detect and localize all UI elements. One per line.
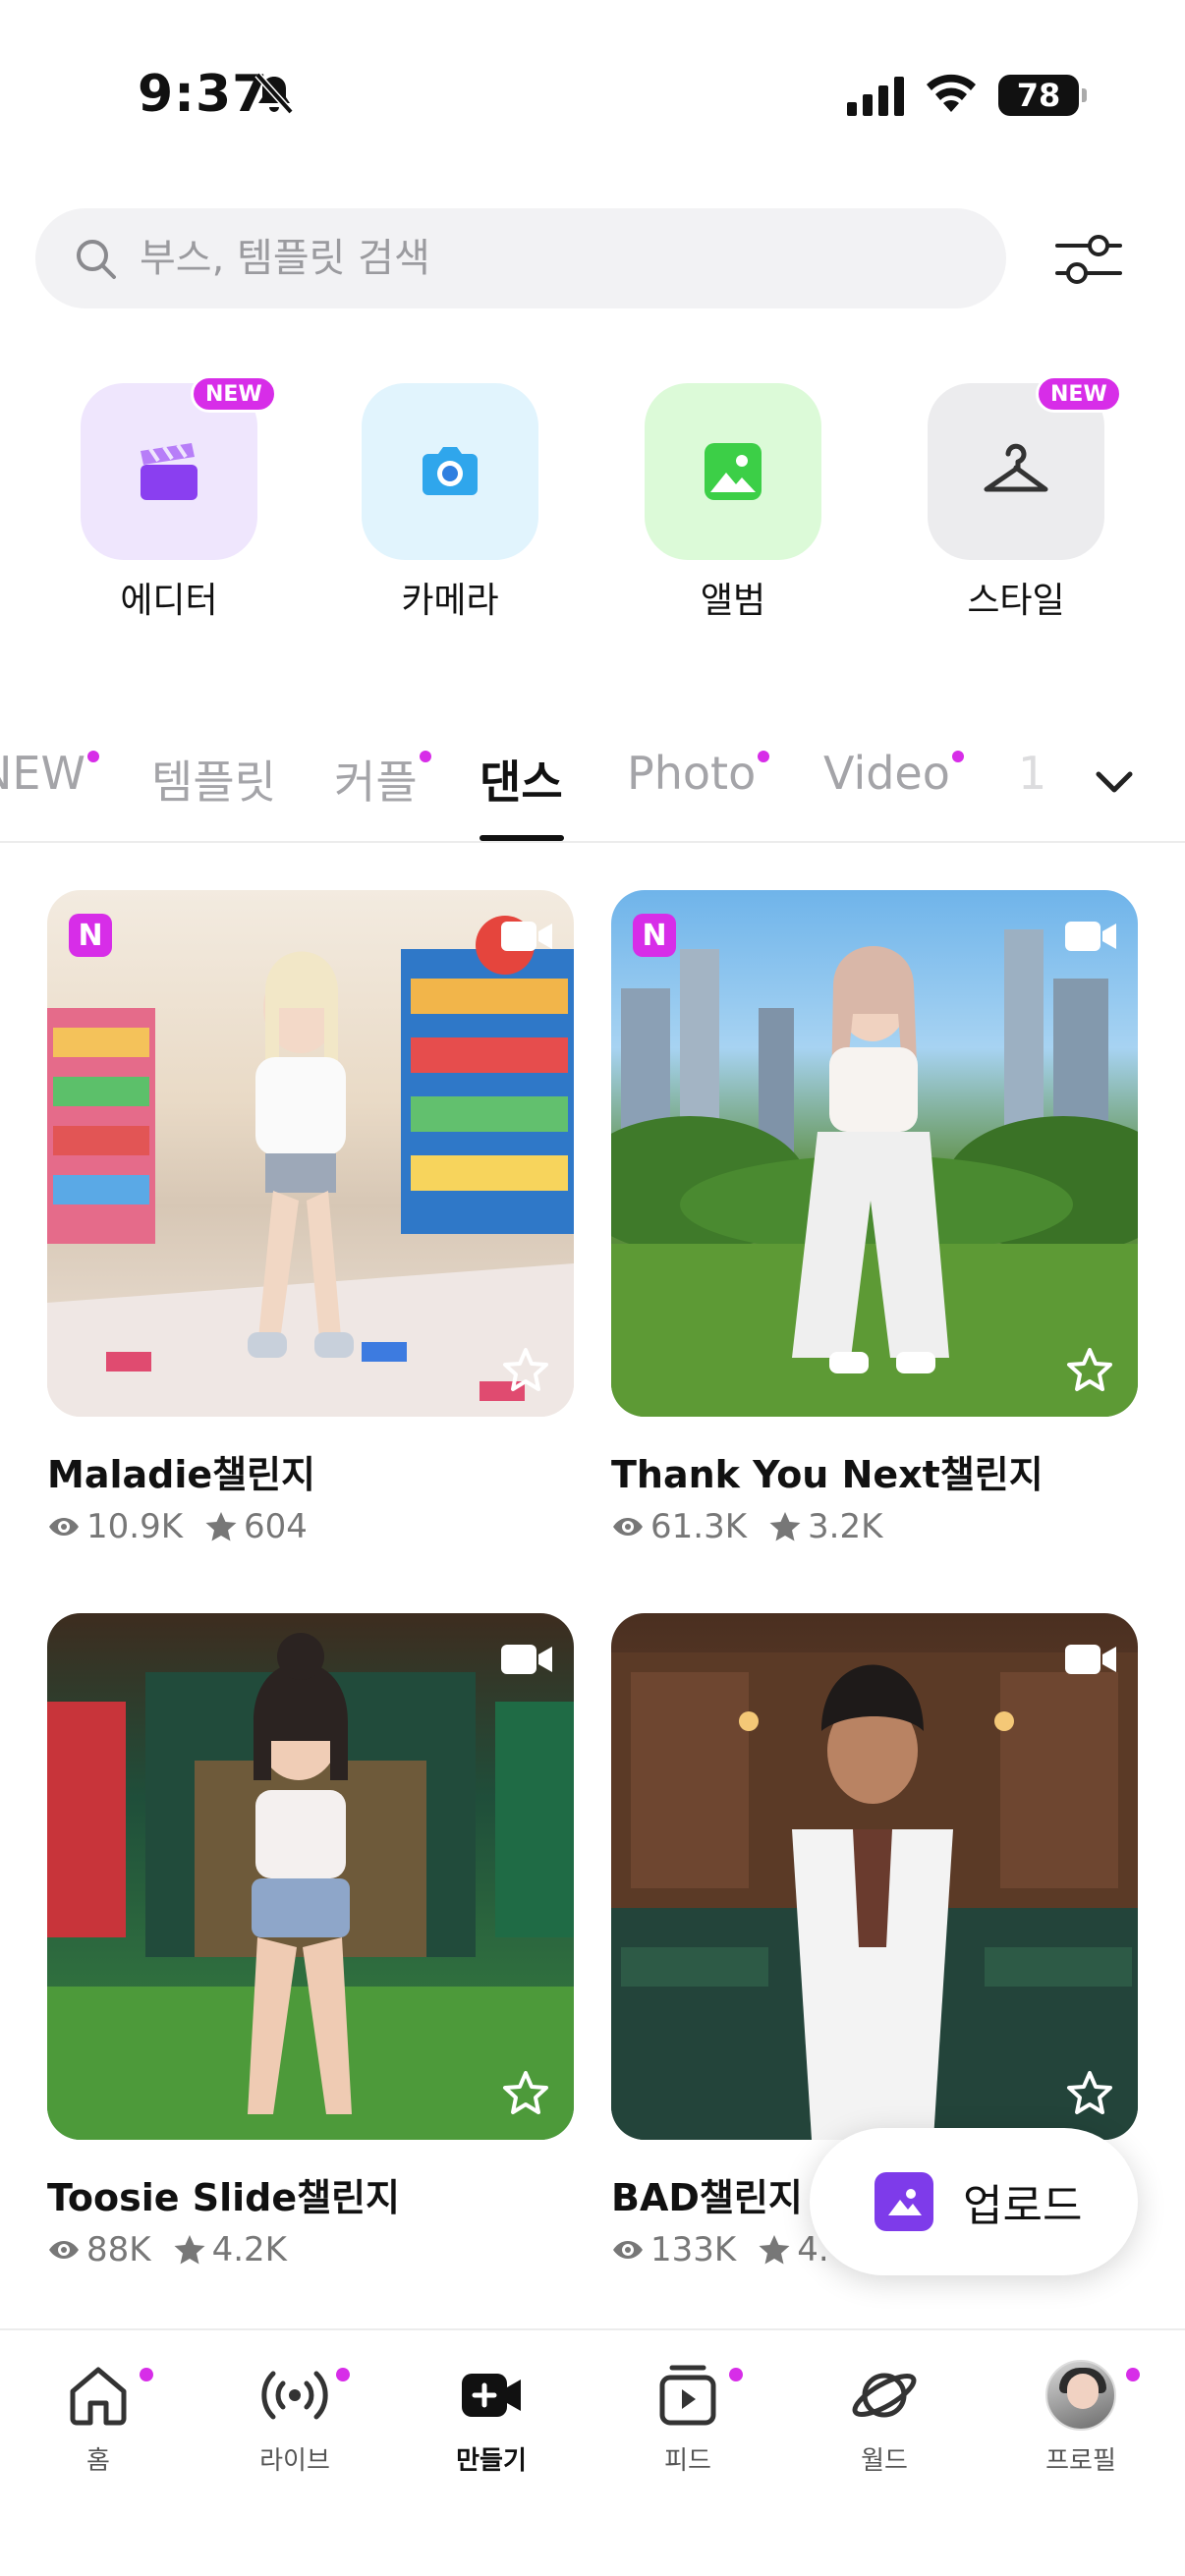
- view-count: 88K: [86, 2230, 151, 2269]
- park-scene-illustration: [611, 929, 1138, 1417]
- store-scene-illustration: [47, 916, 574, 1417]
- card-thumbnail[interactable]: N: [611, 890, 1138, 1417]
- tab-templates[interactable]: 템플릿: [151, 747, 276, 812]
- tab-dance[interactable]: 댄스: [480, 747, 563, 812]
- video-camera-icon: [1065, 922, 1116, 951]
- hanger-icon: [984, 443, 1048, 492]
- nav-home[interactable]: 홈: [0, 2360, 197, 2477]
- planet-icon: [852, 2373, 917, 2418]
- card-stats: 61.3K 3.2K: [611, 1507, 882, 1546]
- category-tabs: NEW 템플릿 커플 댄스 Photo Video 1: [0, 727, 1185, 843]
- tab-photo[interactable]: Photo: [627, 747, 770, 800]
- nav-feed[interactable]: 피드: [590, 2360, 786, 2477]
- camera-button[interactable]: [362, 383, 538, 560]
- bell-muted-icon: [254, 72, 294, 115]
- editor-new-badge: NEW: [191, 375, 277, 413]
- card-stats: 88K 4.2K: [47, 2230, 287, 2269]
- upload-button[interactable]: 업로드: [810, 2128, 1138, 2275]
- cellular-signal-icon: [847, 77, 904, 116]
- home-icon: [70, 2367, 127, 2426]
- template-card[interactable]: Toosie Slide챌린지 88K 4.2K: [47, 1613, 574, 2301]
- wifi-icon: [927, 74, 976, 112]
- live-broadcast-icon: [261, 2371, 328, 2420]
- nav-home-label: 홈: [86, 2446, 110, 2476]
- nav-live[interactable]: 라이브: [197, 2360, 393, 2477]
- nav-create[interactable]: 만들기: [393, 2360, 590, 2477]
- nav-profile[interactable]: 프로필: [983, 2360, 1179, 2477]
- card-title: Toosie Slide챌린지: [47, 2176, 401, 2219]
- video-camera-icon: [501, 1645, 552, 1674]
- stadium-scene-illustration: [47, 1633, 574, 2140]
- album-label: 앨범: [700, 581, 766, 621]
- eye-icon: [49, 1518, 79, 1536]
- tab-video[interactable]: Video: [823, 747, 964, 800]
- chevron-down-icon[interactable]: [1089, 756, 1140, 808]
- view-count: 133K: [650, 2230, 737, 2269]
- view-count: 61.3K: [650, 1507, 747, 1546]
- view-count: 10.9K: [86, 1507, 183, 1546]
- eye-icon: [613, 1518, 643, 1536]
- style-new-badge: NEW: [1036, 375, 1122, 413]
- camera-icon: [423, 447, 478, 495]
- card-title: BAD챌린지: [611, 2176, 803, 2219]
- card-thumbnail[interactable]: [611, 1613, 1138, 2140]
- star-count: 3.2K: [808, 1507, 883, 1546]
- image-icon: [705, 443, 762, 500]
- card-stats: 133K 4.: [611, 2230, 829, 2269]
- star-icon: [205, 1512, 237, 1541]
- star-count: 4.2K: [211, 2230, 287, 2269]
- bottom-nav: 홈 라이브 만들기 피드 월드 프로필: [0, 2328, 1185, 2576]
- new-badge: N: [633, 914, 676, 957]
- active-tab-indicator: [480, 835, 564, 841]
- tab-couple[interactable]: 커플: [334, 747, 431, 812]
- battery-indicator: 78: [998, 75, 1087, 116]
- nav-live-label: 라이브: [259, 2446, 330, 2476]
- template-card[interactable]: N Maladie챌린지 10.9K 604: [47, 890, 574, 1578]
- star-icon: [759, 2235, 790, 2265]
- avatar: [1045, 2360, 1116, 2431]
- video-camera-icon: [1065, 1645, 1116, 1674]
- card-thumbnail[interactable]: N: [47, 890, 574, 1417]
- eye-icon: [613, 2241, 643, 2259]
- favorite-star-icon[interactable]: [501, 1346, 550, 1395]
- video-camera-icon: [501, 922, 552, 951]
- feed-play-icon: [659, 2365, 716, 2426]
- card-title: Maladie챌린지: [47, 1453, 316, 1496]
- filter-sliders-icon[interactable]: [1053, 224, 1124, 295]
- album-button[interactable]: [645, 383, 821, 560]
- courtroom-scene-illustration: [611, 1652, 1138, 2140]
- card-stats: 10.9K 604: [47, 1507, 308, 1546]
- search-input[interactable]: [140, 236, 945, 281]
- star-icon: [174, 2235, 205, 2265]
- style-label: 스타일: [967, 581, 1065, 621]
- upload-label: 업로드: [963, 2181, 1083, 2231]
- search-bar[interactable]: [35, 208, 1006, 308]
- card-title: Thank You Next챌린지: [611, 1453, 1044, 1496]
- status-bar: 9:37 78: [0, 0, 1185, 187]
- favorite-star-icon[interactable]: [1065, 1346, 1114, 1395]
- nav-create-label: 만들기: [456, 2446, 527, 2476]
- new-badge: N: [69, 914, 112, 957]
- nav-profile-label: 프로필: [1045, 2446, 1116, 2476]
- nav-world[interactable]: 월드: [786, 2360, 983, 2477]
- search-icon: [77, 240, 116, 279]
- editor-label: 에디터: [120, 581, 218, 621]
- tab-partial[interactable]: 1: [1018, 747, 1046, 800]
- upload-image-icon: [875, 2172, 933, 2231]
- card-thumbnail[interactable]: [47, 1613, 574, 2140]
- star-count: 604: [244, 1507, 308, 1546]
- nav-world-label: 월드: [861, 2446, 908, 2476]
- tab-new[interactable]: NEW: [0, 747, 99, 800]
- create-video-icon: [462, 2374, 521, 2417]
- template-card[interactable]: N Thank You Next챌린지 61.3K 3.2K: [611, 890, 1138, 1578]
- star-icon: [769, 1512, 801, 1541]
- clapperboard-icon: [141, 443, 198, 500]
- status-time: 9:37: [138, 65, 269, 124]
- nav-feed-label: 피드: [664, 2446, 711, 2476]
- camera-label: 카메라: [401, 581, 499, 621]
- eye-icon: [49, 2241, 79, 2259]
- favorite-star-icon[interactable]: [501, 2069, 550, 2118]
- favorite-star-icon[interactable]: [1065, 2069, 1114, 2118]
